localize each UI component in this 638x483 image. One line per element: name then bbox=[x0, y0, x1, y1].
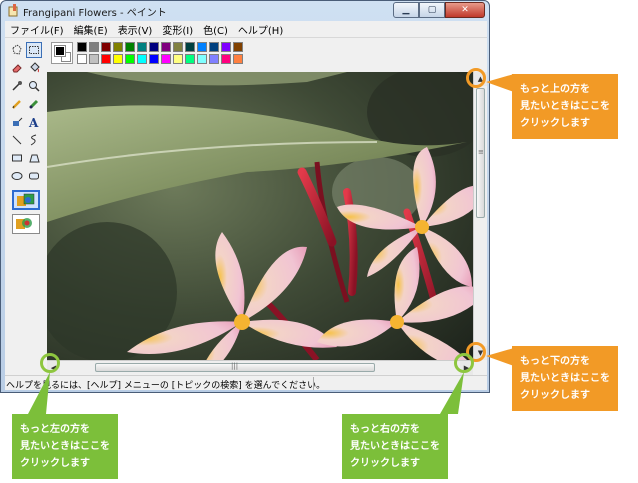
callout-down-line-3: クリックします bbox=[520, 390, 590, 401]
left-connector bbox=[28, 372, 50, 414]
callout-down-line-2: 見たいときはここを bbox=[520, 373, 610, 384]
down-connector bbox=[486, 348, 514, 366]
stage: Frangipani Flowers - ペイント ▁ ▢ ✕ ファイル(F) … bbox=[0, 0, 638, 483]
callout-scroll-right: もっと右の方を 見たいときはここを クリックします bbox=[342, 414, 448, 479]
callout-right-line-1: もっと右の方を bbox=[350, 424, 420, 435]
callout-up-line-1: もっと上の方を bbox=[520, 84, 590, 95]
right-connector bbox=[440, 372, 464, 414]
callout-scroll-left: もっと左の方を 見たいときはここを クリックします bbox=[12, 414, 118, 479]
callout-up-line-3: クリックします bbox=[520, 118, 590, 129]
scroll-up-highlight bbox=[466, 68, 486, 88]
scroll-left-highlight bbox=[40, 353, 60, 373]
callout-left-line-2: 見たいときはここを bbox=[20, 441, 110, 452]
callout-down-line-1: もっと下の方を bbox=[520, 356, 590, 367]
callout-left-line-3: クリックします bbox=[20, 458, 90, 469]
scroll-right-highlight bbox=[454, 353, 474, 373]
callout-right-line-3: クリックします bbox=[350, 458, 420, 469]
callout-left-line-1: もっと左の方を bbox=[20, 424, 90, 435]
callout-scroll-up: もっと上の方を 見たいときはここを クリックします bbox=[512, 74, 618, 139]
callout-scroll-down: もっと下の方を 見たいときはここを クリックします bbox=[512, 346, 618, 411]
up-connector bbox=[486, 74, 514, 92]
callout-up-line-2: 見たいときはここを bbox=[520, 101, 610, 112]
callout-right-line-2: 見たいときはここを bbox=[350, 441, 440, 452]
